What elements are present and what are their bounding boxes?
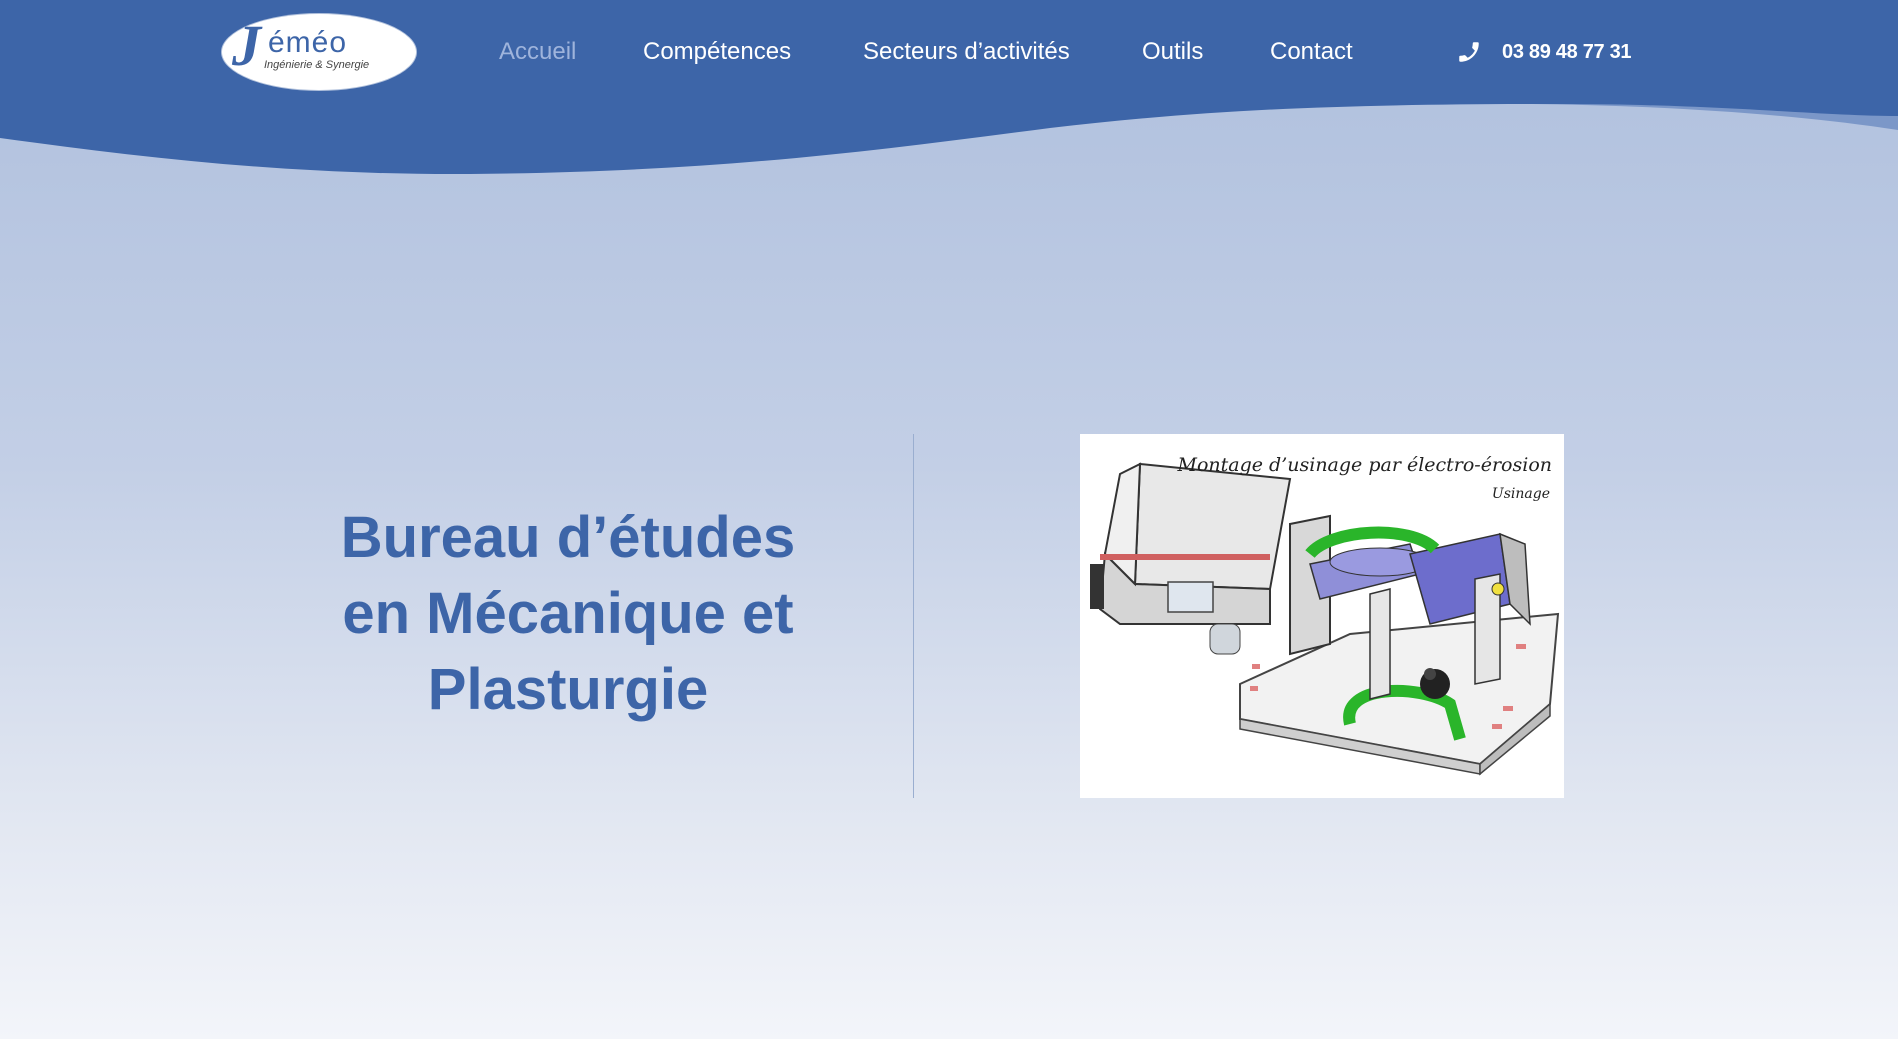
hero-title: Bureau d’études en Mécanique et Plasturg… bbox=[262, 500, 874, 728]
hero-title-line-3: Plasturgie bbox=[427, 657, 709, 722]
phone-link[interactable]: 03 89 48 77 31 bbox=[1456, 38, 1632, 66]
photo-subcaption: Usinage bbox=[1491, 486, 1550, 502]
hero-title-line-2: en Mécanique et bbox=[342, 581, 794, 646]
photo-caption: Montage d’usinage par électro-érosion bbox=[1177, 454, 1552, 476]
nav-item-contact[interactable]: Contact bbox=[1270, 38, 1353, 66]
nav-item-competences[interactable]: Compétences bbox=[643, 38, 791, 66]
machining-fixture-image: Montage d’usinage par électro-érosion Us… bbox=[1080, 434, 1564, 798]
phone-number: 03 89 48 77 31 bbox=[1502, 40, 1632, 63]
phone-icon bbox=[1459, 42, 1479, 62]
nav-item-accueil[interactable]: Accueil bbox=[499, 38, 576, 66]
nav-item-outils[interactable]: Outils bbox=[1142, 38, 1203, 66]
hero-title-line-1: Bureau d’études bbox=[340, 505, 796, 570]
vertical-divider bbox=[913, 434, 914, 798]
nav-item-secteurs[interactable]: Secteurs d’activités bbox=[863, 38, 1070, 66]
